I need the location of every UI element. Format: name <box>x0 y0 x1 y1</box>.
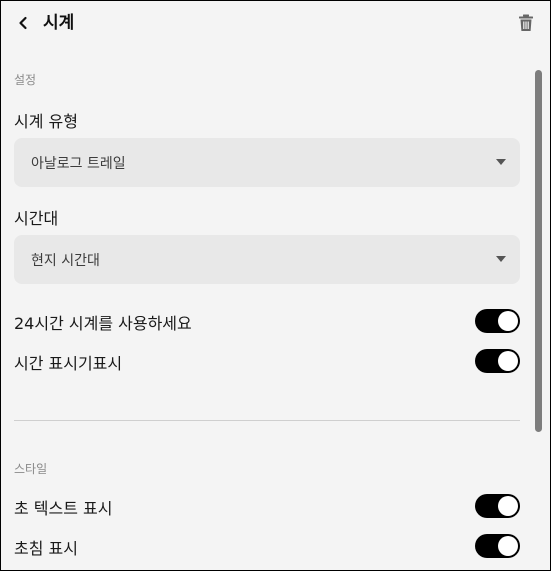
clock-type-label: 시계 유형 <box>14 112 78 131</box>
toggle-row-seconds-text: 초 텍스트 표시 <box>1 492 550 520</box>
toggle-label-seconds-text: 초 텍스트 표시 <box>14 499 113 518</box>
toggle-label-second-hand: 초침 표시 <box>14 539 78 558</box>
toggle-label-24h: 24시간 시계를 사용하세요 <box>14 314 192 333</box>
toggle-row-time-indicator: 시간 표시기표시 <box>1 347 550 375</box>
section-divider <box>14 420 520 421</box>
vertical-scrollbar[interactable] <box>535 70 542 432</box>
style-section-label: 스타일 <box>14 462 48 476</box>
toggle-label-time-indicator: 시간 표시기표시 <box>14 354 123 373</box>
toggle-knob <box>498 536 518 556</box>
toggle-second-hand-switch[interactable] <box>475 534 520 558</box>
toggle-24h-switch[interactable] <box>475 309 520 333</box>
caret-down-icon <box>496 256 506 262</box>
settings-section-label: 설정 <box>14 73 37 87</box>
timezone-value: 현지 시간대 <box>31 253 100 269</box>
clock-settings-panel: 시계 설정 시계 유형 아날로그 트레일 시간대 현지 시간대 24시간 시계를… <box>0 0 551 571</box>
toggle-knob <box>498 351 518 371</box>
panel-header: 시계 <box>1 1 550 45</box>
back-button[interactable] <box>11 11 35 35</box>
clock-type-select[interactable]: 아날로그 트레일 <box>14 138 520 187</box>
toggle-knob <box>498 496 518 516</box>
caret-down-icon <box>496 159 506 165</box>
toggle-row-24h: 24시간 시계를 사용하세요 <box>1 307 550 335</box>
timezone-label: 시간대 <box>14 209 59 228</box>
toggle-row-second-hand: 초침 표시 <box>1 532 550 560</box>
chevron-left-icon <box>19 16 27 30</box>
toggle-time-indicator-switch[interactable] <box>475 349 520 373</box>
clock-type-value: 아날로그 트레일 <box>31 156 126 172</box>
toggle-seconds-text-switch[interactable] <box>475 494 520 518</box>
timezone-select[interactable]: 현지 시간대 <box>14 235 520 284</box>
delete-button[interactable] <box>514 11 538 35</box>
trash-icon <box>519 14 533 31</box>
page-title: 시계 <box>43 13 75 33</box>
toggle-knob <box>498 311 518 331</box>
